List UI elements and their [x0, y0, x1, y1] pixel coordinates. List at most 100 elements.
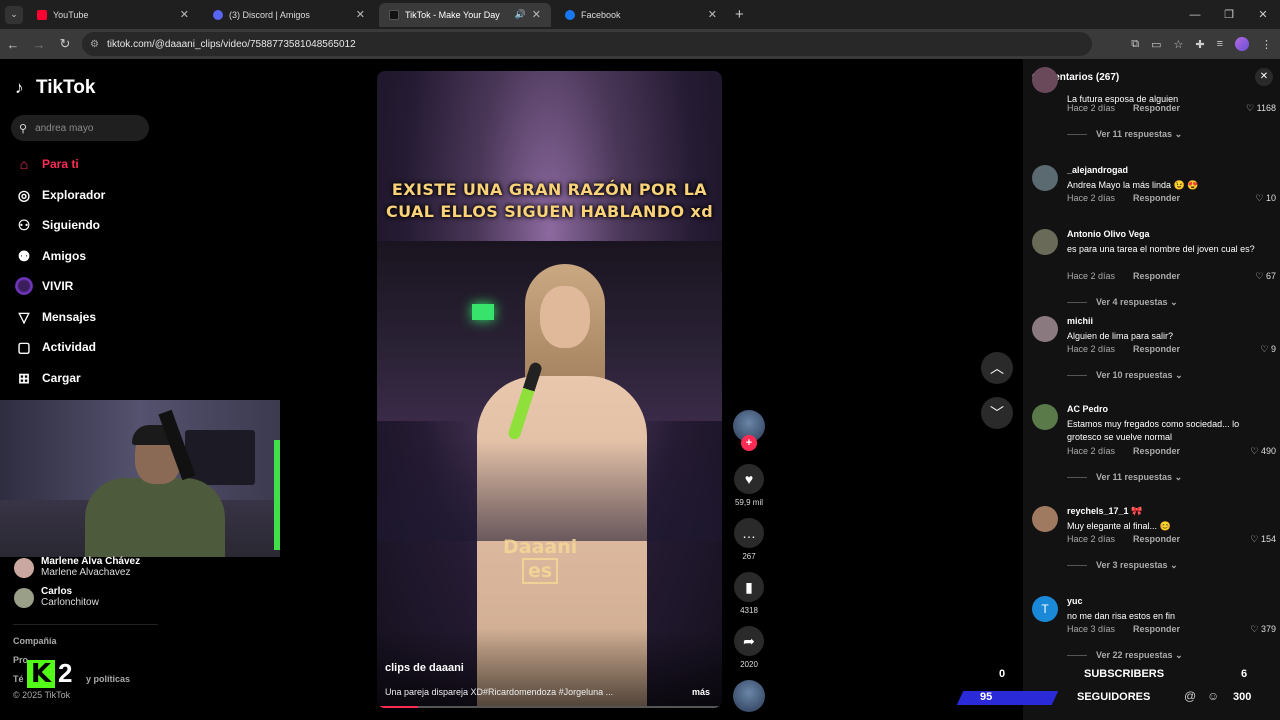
reply-button[interactable]: Responder: [1133, 344, 1180, 354]
reply-button[interactable]: Responder: [1133, 534, 1180, 544]
reply-button[interactable]: Responder: [1133, 624, 1180, 634]
view-replies-label: Ver 11 respuestas: [1096, 129, 1173, 139]
profile-avatar[interactable]: [1235, 37, 1249, 51]
following-account[interactable]: Marlene Alva Chávez Marlene Alvachavez: [14, 556, 140, 578]
mention-icon[interactable]: @: [1184, 689, 1196, 703]
like-button[interactable]: ♥ 59,9 mil: [733, 464, 765, 507]
new-tab-button[interactable]: +: [735, 6, 744, 23]
toolbar-icons: ⧉ ▭ ☆ ✚ ≡ ⋮: [1131, 29, 1272, 59]
view-replies-button[interactable]: Ver 3 respuestas ⌄: [1067, 560, 1178, 571]
save-button[interactable]: ▮ 4318: [733, 572, 765, 615]
music-disc[interactable]: [733, 680, 765, 712]
comment-username[interactable]: _alejandrogad: [1067, 165, 1128, 175]
bookmark-star-icon[interactable]: ☆: [1173, 38, 1183, 51]
avatar[interactable]: [1032, 229, 1058, 255]
back-icon[interactable]: ←: [0, 37, 26, 52]
minimize-icon[interactable]: —: [1178, 9, 1212, 21]
footer-link-company[interactable]: Compañía: [13, 636, 57, 646]
comment-username[interactable]: reychels_17_1 🎀: [1067, 506, 1142, 517]
comment-like-button[interactable]: ♡ 67: [1255, 271, 1276, 282]
extensions-icon[interactable]: ✚: [1195, 38, 1204, 51]
facebook-icon: [565, 9, 575, 20]
more-button[interactable]: más: [692, 687, 710, 697]
tiktok-logo[interactable]: ♪ TikTok: [15, 77, 95, 99]
comment-button[interactable]: … 267: [733, 518, 765, 561]
comment-username[interactable]: yuc: [1067, 596, 1083, 606]
close-comments-button[interactable]: ✕: [1255, 68, 1273, 86]
avatar[interactable]: [1032, 67, 1058, 93]
tab-facebook[interactable]: Facebook ✕: [555, 3, 727, 27]
previous-video-button[interactable]: ︿: [981, 352, 1013, 384]
sidebar-item-mensajes[interactable]: ▽ Mensajes: [15, 308, 96, 326]
video-player[interactable]: EXISTE UNA GRAN RAZÓN POR LA CUAL ELLOS …: [377, 71, 722, 708]
sidebar-item-para-ti[interactable]: ⌂ Para ti: [15, 155, 79, 173]
follow-plus-icon[interactable]: +: [741, 435, 757, 451]
tab-search-button[interactable]: ⌄: [5, 5, 23, 24]
view-replies-label: Ver 22 respuestas: [1096, 650, 1173, 660]
comment-like-button[interactable]: ♡ 490: [1250, 446, 1276, 457]
view-replies-button[interactable]: Ver 11 respuestas ⌄: [1067, 129, 1182, 140]
close-icon[interactable]: ✕: [532, 8, 541, 21]
following-account[interactable]: Carlos Carlonchitow: [14, 586, 99, 608]
view-replies-button[interactable]: Ver 4 respuestas ⌄: [1067, 297, 1178, 308]
comment-username[interactable]: Antonio Olivo Vega: [1067, 229, 1150, 239]
tab-youtube[interactable]: YouTube ✕: [27, 3, 199, 27]
speaker-icon[interactable]: 🔊: [515, 9, 526, 20]
comment-like-button[interactable]: ♡ 379: [1250, 624, 1276, 635]
close-icon[interactable]: ✕: [356, 8, 365, 21]
sidebar-item-vivir[interactable]: VIVIR: [15, 277, 73, 295]
avatar[interactable]: [1032, 404, 1058, 430]
comment-username[interactable]: michii: [1067, 316, 1093, 326]
avatar[interactable]: [1032, 506, 1058, 532]
subscribers-right-count: 6: [1241, 668, 1248, 680]
reload-icon[interactable]: ↻: [52, 36, 78, 52]
reply-button[interactable]: Responder: [1133, 446, 1180, 456]
close-icon[interactable]: ✕: [708, 8, 717, 21]
tab-tiktok[interactable]: TikTok - Make Your Day 🔊 ✕: [379, 2, 551, 27]
sidebar-item-explorador[interactable]: ◎ Explorador: [15, 186, 105, 204]
music-avatar: [733, 680, 765, 712]
sidebar-item-actividad[interactable]: ▢ Actividad: [15, 338, 96, 356]
reply-button[interactable]: Responder: [1133, 271, 1180, 281]
avatar[interactable]: [1032, 165, 1058, 191]
reply-button[interactable]: Responder: [1133, 103, 1180, 113]
emoji-icon[interactable]: ☺: [1207, 689, 1219, 703]
menu-icon[interactable]: ⋮: [1261, 38, 1272, 51]
forward-icon[interactable]: →: [26, 37, 52, 52]
restore-icon[interactable]: ❐: [1212, 8, 1246, 21]
share-button[interactable]: ➦ 2020: [733, 626, 765, 669]
reading-list-icon[interactable]: ≡: [1217, 38, 1223, 50]
video-progress-bar[interactable]: [377, 706, 722, 708]
next-video-button[interactable]: ﹀: [981, 397, 1013, 429]
cast-icon[interactable]: ▭: [1151, 38, 1161, 51]
footer-link-programs[interactable]: Pro: [13, 655, 28, 665]
sidebar-item-siguiendo[interactable]: ⚇ Siguiendo: [15, 216, 100, 234]
tab-discord[interactable]: (3) Discord | Amigos ✕: [203, 3, 375, 27]
close-icon[interactable]: ✕: [180, 8, 189, 21]
video-author[interactable]: clips de daaani: [385, 662, 464, 674]
comment-meta: Hace 2 días Responder: [1067, 446, 1180, 456]
address-bar[interactable]: ⚙ tiktok.com/@daaani_clips/video/7588773…: [82, 32, 1092, 56]
comment-like-button[interactable]: ♡ 1168: [1246, 103, 1276, 114]
footer-link-policies[interactable]: y políticas: [86, 674, 130, 684]
creator-avatar[interactable]: +: [733, 410, 765, 451]
sidebar-item-cargar[interactable]: ⊞ Cargar: [15, 369, 81, 387]
heart-outline-icon: ♡: [1255, 271, 1264, 281]
avatar[interactable]: [1032, 316, 1058, 342]
reply-button[interactable]: Responder: [1133, 193, 1180, 203]
footer-link-terms[interactable]: Té: [13, 674, 24, 684]
search-input[interactable]: ⚲ andrea mayo: [11, 115, 149, 141]
view-replies-button[interactable]: Ver 11 respuestas ⌄: [1067, 472, 1182, 483]
comment-like-button[interactable]: ♡ 10: [1255, 193, 1276, 204]
view-replies-button[interactable]: Ver 22 respuestas ⌄: [1067, 650, 1183, 661]
avatar[interactable]: T: [1032, 596, 1058, 622]
translate-icon[interactable]: ⧉: [1131, 38, 1139, 51]
view-replies-button[interactable]: Ver 10 respuestas ⌄: [1067, 370, 1183, 381]
comment-username[interactable]: AC Pedro: [1067, 404, 1108, 414]
close-window-icon[interactable]: ✕: [1246, 8, 1280, 21]
comment-like-button[interactable]: ♡ 9: [1260, 344, 1276, 355]
site-info-icon[interactable]: ⚙: [90, 39, 99, 50]
sidebar-item-amigos[interactable]: ⚉ Amigos: [15, 247, 86, 265]
upload-icon: ⊞: [18, 369, 30, 386]
comment-like-button[interactable]: ♡ 154: [1250, 534, 1276, 545]
